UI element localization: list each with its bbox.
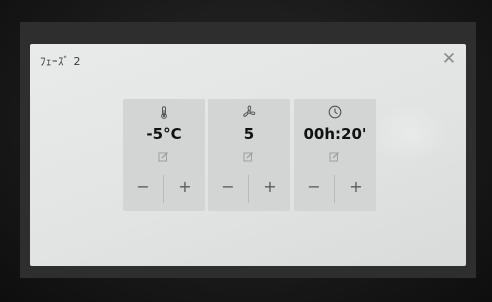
fan-speed-value: 5 — [243, 125, 255, 143]
fan-decrease-button[interactable]: − — [213, 176, 243, 198]
edit-icon[interactable] — [158, 151, 169, 162]
fan-card: 5 − + — [208, 99, 290, 211]
time-value: 00h:20' — [303, 125, 367, 143]
edit-icon[interactable] — [329, 151, 340, 162]
screen-glare — [370, 104, 450, 164]
time-decrease-button[interactable]: − — [299, 176, 329, 198]
time-increase-button[interactable]: + — [341, 176, 371, 198]
fan-icon — [208, 105, 290, 119]
thermometer-icon — [123, 105, 205, 119]
settings-cards: -5°C − + 5 − + 00h:20' − + — [123, 99, 376, 211]
button-divider — [248, 175, 249, 203]
close-button[interactable]: ✕ — [440, 50, 458, 68]
temperature-decrease-button[interactable]: − — [128, 176, 158, 198]
edit-icon[interactable] — [243, 151, 254, 162]
temperature-value: -5°C — [146, 125, 182, 143]
phase-dialog: ﾌｪｰｽﾞ 2 ✕ -5°C − + 5 − + 00h:20' − + — [30, 44, 466, 266]
fan-increase-button[interactable]: + — [255, 176, 285, 198]
temperature-card: -5°C − + — [123, 99, 205, 211]
button-divider — [334, 175, 335, 203]
dialog-title: ﾌｪｰｽﾞ 2 — [40, 55, 81, 68]
time-card: 00h:20' − + — [294, 99, 376, 211]
clock-icon — [294, 105, 376, 119]
button-divider — [163, 175, 164, 203]
temperature-increase-button[interactable]: + — [170, 176, 200, 198]
